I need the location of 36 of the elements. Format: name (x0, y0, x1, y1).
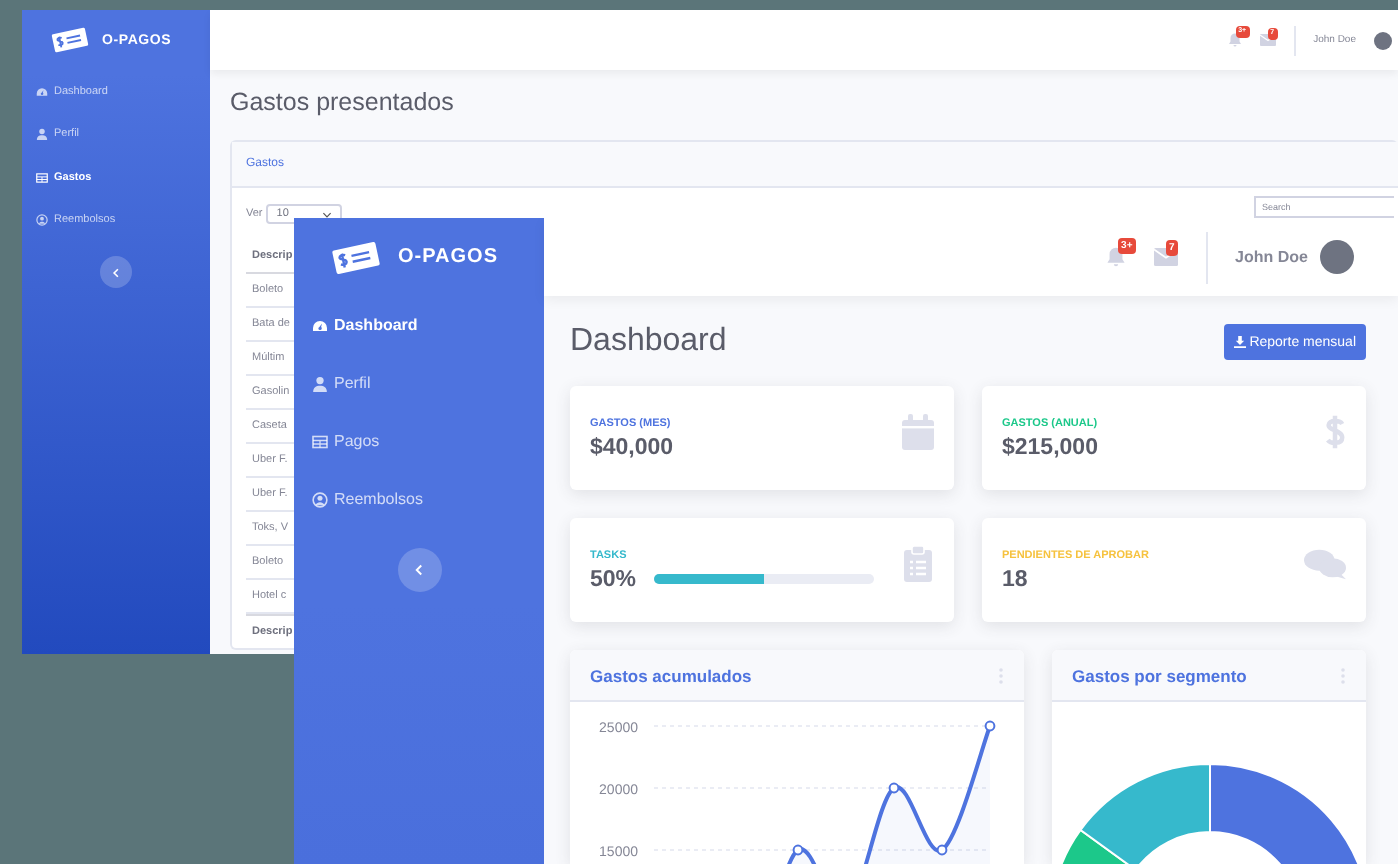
calendar-icon (902, 414, 934, 450)
dollar-icon (1324, 414, 1346, 450)
chart-title: Gastos acumulados (590, 665, 752, 685)
avatar[interactable] (1374, 31, 1392, 49)
user-icon (36, 128, 48, 141)
data-point (936, 844, 948, 856)
chevron-left-icon (414, 564, 424, 576)
chevron-down-icon (322, 211, 333, 217)
table-icon (36, 171, 48, 184)
user-icon (312, 375, 328, 391)
sidebar-toggle-button[interactable] (397, 548, 441, 592)
data-point (792, 844, 804, 856)
avatar[interactable] (1320, 240, 1354, 274)
stat-value: 18 (1002, 567, 1030, 591)
data-point (984, 720, 996, 732)
banknote-logo-icon (50, 26, 90, 54)
stat-value: $215,000 (1002, 435, 1098, 459)
stat-value: $40,000 (590, 435, 674, 459)
bell-icon[interactable] (1105, 246, 1126, 268)
user-circle-icon (312, 491, 328, 507)
data-point (888, 782, 900, 794)
banknote-logo-icon (330, 239, 382, 275)
page-title: Gastos presentados (230, 88, 456, 118)
chevron-left-icon (112, 267, 120, 277)
stat-value: 50% (590, 567, 637, 591)
gauge-icon (36, 85, 48, 98)
page-title: Dashboard (570, 324, 727, 360)
user-name[interactable]: John Doe (1235, 248, 1308, 266)
clipboard-icon (902, 546, 934, 582)
chart-title: Gastos por segmento (1072, 665, 1247, 685)
gauge-icon (312, 317, 328, 333)
user-circle-icon (36, 214, 48, 227)
sidebar-toggle-button[interactable] (100, 256, 132, 288)
comments-icon (1304, 548, 1346, 580)
download-icon (1233, 336, 1246, 348)
table-icon (312, 433, 328, 449)
